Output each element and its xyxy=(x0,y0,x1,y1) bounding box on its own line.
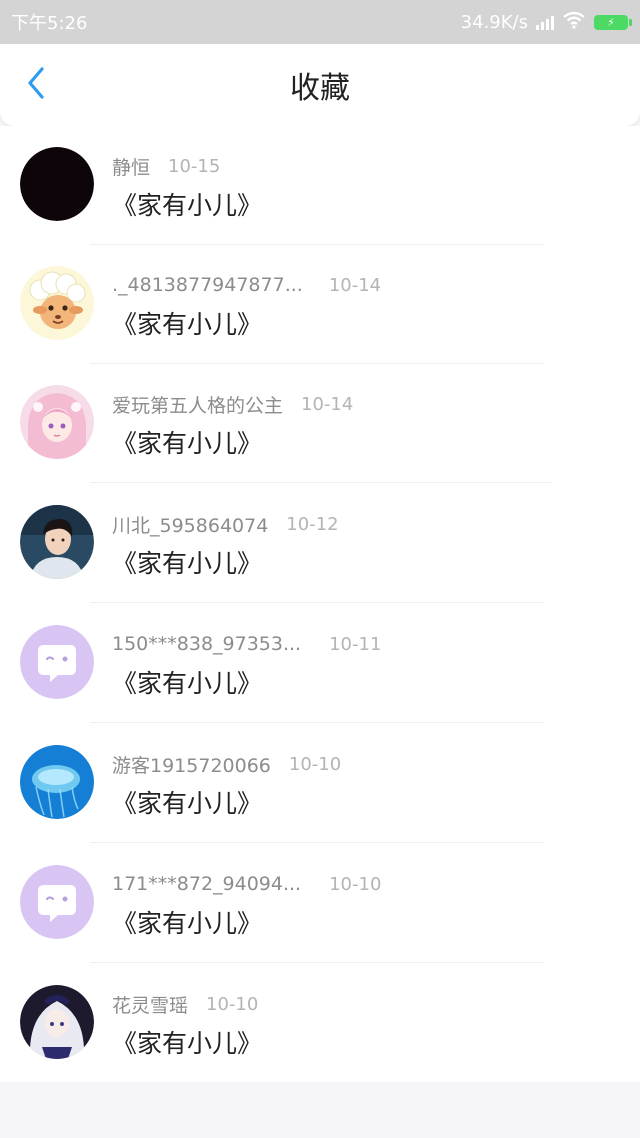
date: 10-11 xyxy=(329,633,382,655)
item-meta: ._4813877947877... 10-14 xyxy=(112,271,381,299)
book-title[interactable]: 《家有小儿》 xyxy=(112,784,262,820)
list-item[interactable]: 171***872_94094... 10-10 《家有小儿》 xyxy=(0,844,640,963)
status-time: 下午5:26 xyxy=(11,13,88,34)
status-bar: 下午5:26 34.9K/s ⚡ xyxy=(0,0,640,44)
date: 10-14 xyxy=(301,393,354,415)
avatar[interactable] xyxy=(20,505,94,579)
wifi-icon xyxy=(562,11,586,34)
avatar[interactable] xyxy=(20,985,94,1059)
item-meta: 171***872_94094... 10-10 xyxy=(112,870,381,898)
date: 10-10 xyxy=(206,993,259,1015)
username[interactable]: 171***872_94094... xyxy=(112,873,301,895)
divider xyxy=(90,602,544,603)
avatar[interactable] xyxy=(20,266,94,340)
divider xyxy=(90,722,544,723)
username[interactable]: ._4813877947877... xyxy=(112,274,303,296)
avatar[interactable] xyxy=(20,745,94,819)
avatar[interactable] xyxy=(20,625,94,699)
book-title[interactable]: 《家有小儿》 xyxy=(112,664,262,700)
item-meta: 爱玩第五人格的公主 10-14 xyxy=(112,390,353,418)
username[interactable]: 游客1915720066 xyxy=(112,751,271,778)
username[interactable]: 川北_595864074 xyxy=(112,511,268,538)
date: 10-12 xyxy=(286,513,339,535)
book-title[interactable]: 《家有小儿》 xyxy=(112,904,262,940)
anime-girl-dark-icon xyxy=(20,985,94,1059)
list-item[interactable]: 爱玩第五人格的公主 10-14 《家有小儿》 xyxy=(0,364,640,483)
status-indicators: 34.9K/s ⚡ xyxy=(460,11,632,34)
network-speed: 34.9K/s xyxy=(460,11,528,33)
date: 10-15 xyxy=(168,155,221,177)
avatar[interactable] xyxy=(20,385,94,459)
book-title[interactable]: 《家有小儿》 xyxy=(112,305,262,341)
divider xyxy=(90,842,544,843)
divider xyxy=(90,482,552,483)
avatar[interactable] xyxy=(20,147,94,221)
nav-bar: 收藏 xyxy=(0,44,640,126)
book-title[interactable]: 《家有小儿》 xyxy=(112,186,262,222)
book-title[interactable]: 《家有小儿》 xyxy=(112,424,262,460)
jellyfish-photo-icon xyxy=(20,745,94,819)
young-man-photo-icon xyxy=(20,505,94,579)
signal-icon xyxy=(536,14,554,30)
username[interactable]: 150***838_97353... xyxy=(112,633,301,655)
list-item[interactable]: 静恒 10-15 《家有小儿》 xyxy=(0,126,640,245)
book-title[interactable]: 《家有小儿》 xyxy=(112,544,262,580)
anime-girl-pink-icon xyxy=(20,385,94,459)
username[interactable]: 静恒 xyxy=(112,153,150,180)
page-title: 收藏 xyxy=(290,71,350,106)
list-item[interactable]: 川北_595864074 10-12 《家有小儿》 xyxy=(0,484,640,603)
username[interactable]: 花灵雪瑶 xyxy=(112,991,188,1018)
chat-bubble-icon xyxy=(20,865,94,939)
back-button[interactable] xyxy=(18,64,54,106)
item-meta: 静恒 10-15 xyxy=(112,152,220,180)
book-title[interactable]: 《家有小儿》 xyxy=(112,1024,262,1060)
date: 10-10 xyxy=(288,753,342,775)
date: 10-14 xyxy=(328,274,382,296)
list-item[interactable]: ._4813877947877... 10-14 《家有小儿》 xyxy=(0,245,640,364)
item-meta: 川北_595864074 10-12 xyxy=(112,510,339,538)
chat-bubble-icon xyxy=(20,625,94,699)
battery-icon: ⚡ xyxy=(594,14,632,30)
divider xyxy=(90,962,544,963)
date: 10-10 xyxy=(329,873,382,895)
item-meta: 150***838_97353... 10-11 xyxy=(112,630,381,658)
item-meta: 花灵雪瑶 10-10 xyxy=(112,990,258,1018)
chevron-left-icon xyxy=(26,67,46,103)
avatar[interactable] xyxy=(20,865,94,939)
avatar-black-icon xyxy=(20,147,94,221)
cartoon-sheep-icon xyxy=(20,266,94,340)
list-item[interactable]: 150***838_97353... 10-11 《家有小儿》 xyxy=(0,604,640,723)
favorites-list: 静恒 10-15 《家有小儿》 ._4813877947877... 10-14… xyxy=(0,126,640,1082)
list-item[interactable]: 游客1915720066 10-10 《家有小儿》 xyxy=(0,724,640,843)
item-meta: 游客1915720066 10-10 xyxy=(112,750,341,778)
list-item[interactable]: 花灵雪瑶 10-10 《家有小儿》 xyxy=(0,964,640,1083)
username[interactable]: 爱玩第五人格的公主 xyxy=(112,391,283,418)
